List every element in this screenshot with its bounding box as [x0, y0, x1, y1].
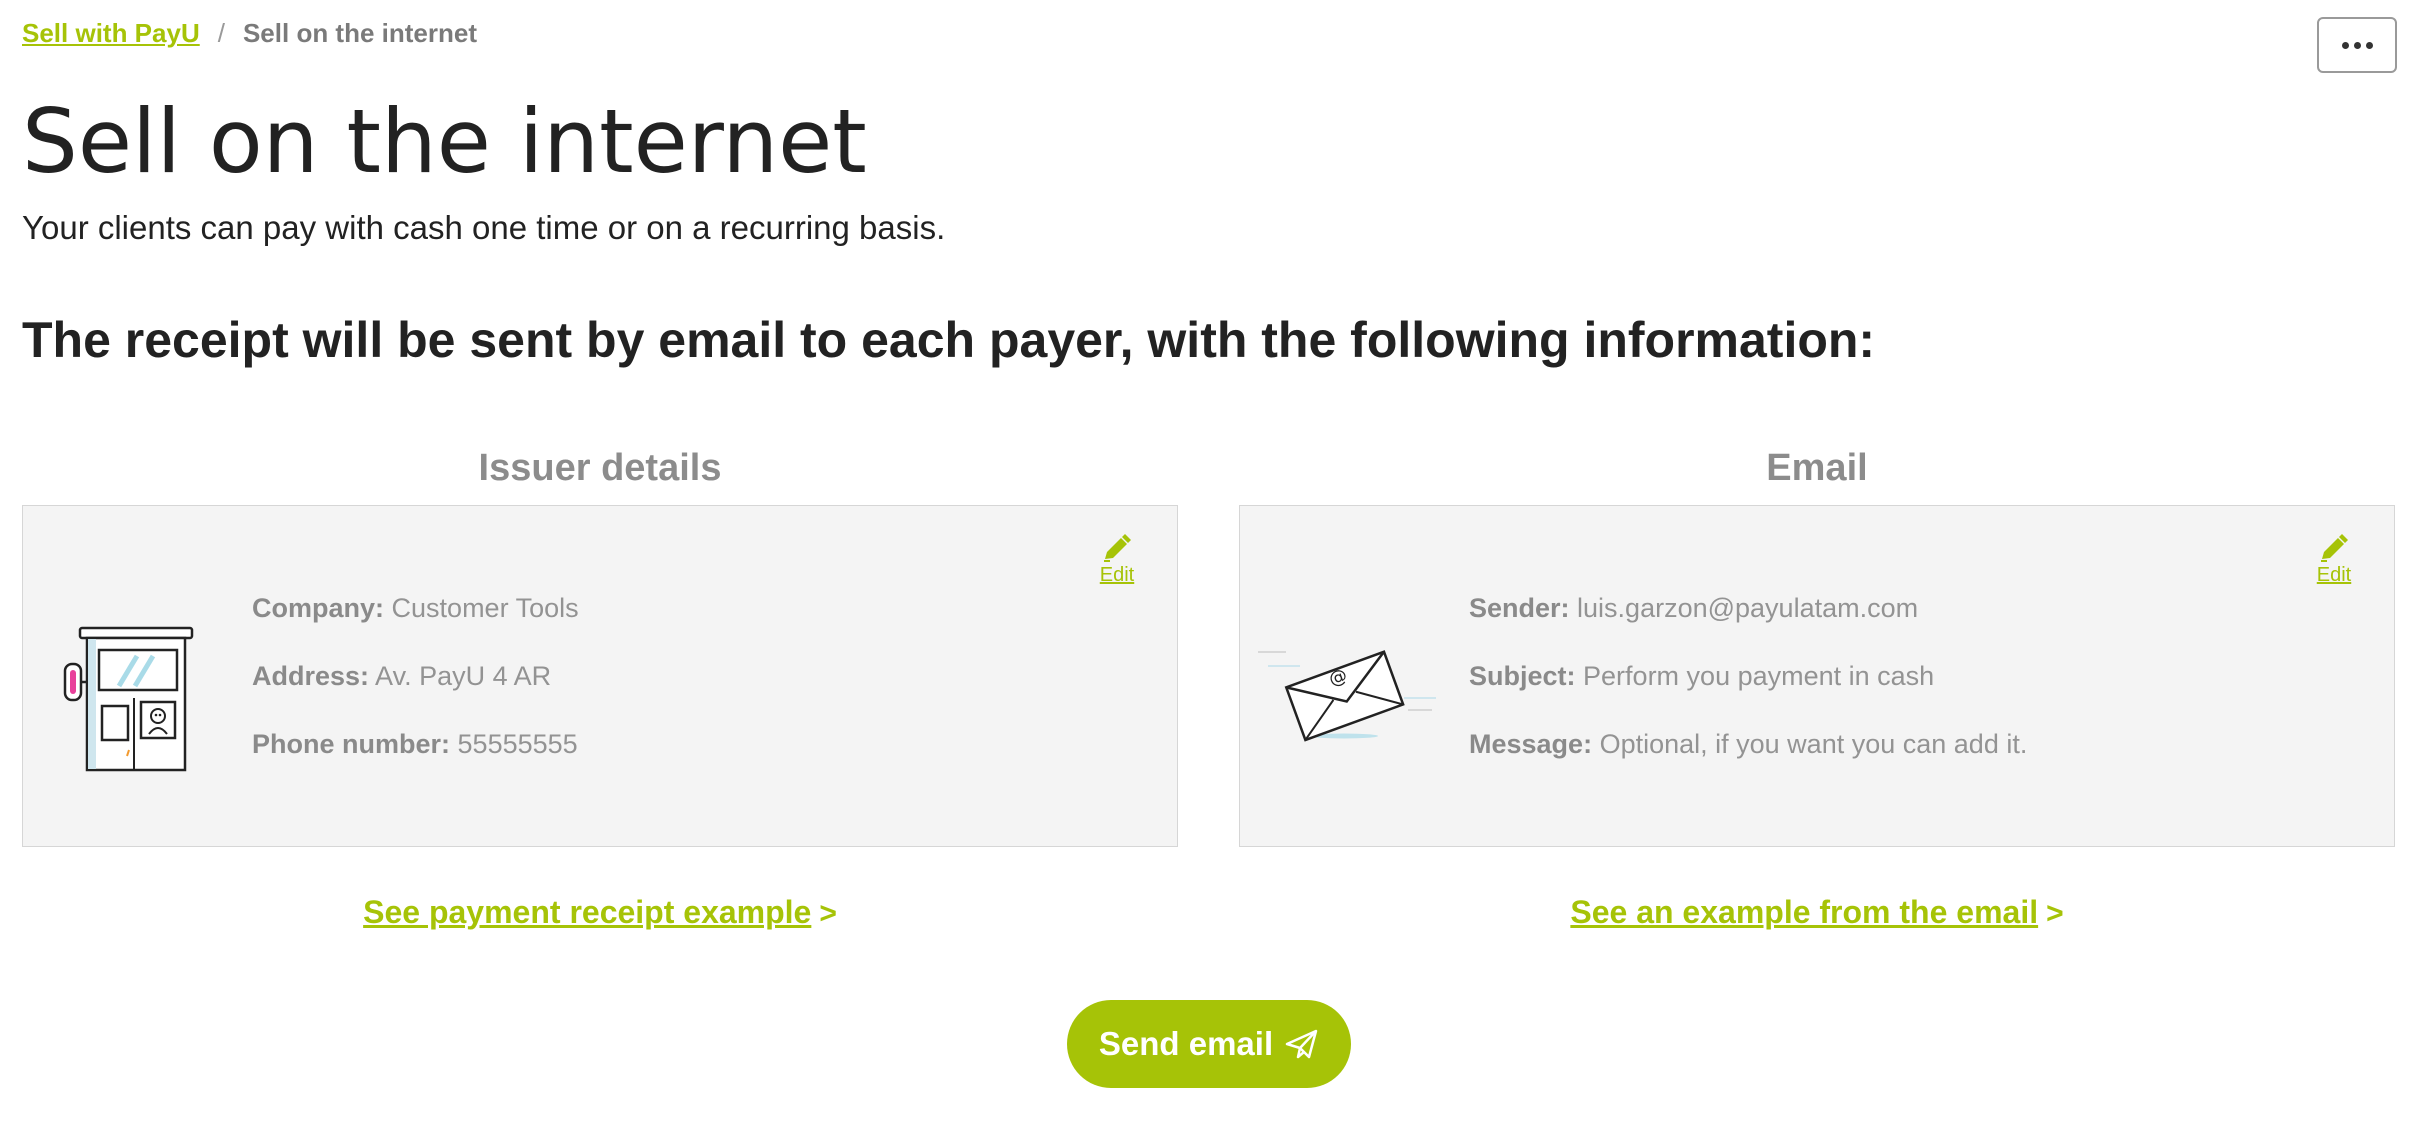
paper-plane-icon — [1285, 1029, 1318, 1059]
field-value: Optional, if you want you can add it. — [1599, 729, 2028, 759]
field-value: Perform you payment in cash — [1583, 661, 1935, 691]
send-email-label: Send email — [1098, 1025, 1274, 1062]
page-title: Sell on the internet — [22, 90, 867, 193]
issuer-details-section: Issuer details Edit Company: Customer To… — [22, 440, 1178, 930]
page: Sell with PayU / Sell on the internet Se… — [22, 0, 2397, 1122]
breadcrumb-separator: / — [217, 18, 225, 48]
email-title: Email — [1766, 447, 1868, 489]
field-label: Phone number: — [252, 729, 451, 759]
email-field-subject: Subject: Perform you payment in cash — [1469, 659, 2027, 693]
pencil-icon — [1104, 534, 1131, 562]
email-field-message: Message: Optional, if you want you can a… — [1469, 727, 2027, 761]
breadcrumb-current: Sell on the internet — [242, 18, 477, 48]
field-label: Sender: — [1469, 593, 1570, 623]
kiosk-illustration — [61, 626, 199, 781]
more-horizontal-icon — [2339, 41, 2375, 49]
email-field-sender: Sender: luis.garzon@payulatam.com — [1469, 591, 2027, 625]
more-options-button[interactable] — [2317, 17, 2397, 73]
email-card: @ Edit Sender: luis.garzon@payulatam.com — [1239, 505, 2395, 847]
email-edit-label: Edit — [2316, 564, 2352, 586]
pencil-icon — [2321, 534, 2348, 562]
field-value: 55555555 — [457, 729, 578, 759]
issuer-field-company: Company: Customer Tools — [252, 591, 579, 625]
section-heading: The receipt will be sent by email to eac… — [22, 312, 1876, 368]
issuer-edit-button[interactable]: Edit — [1097, 534, 1137, 587]
page-subtitle: Your clients can pay with cash one time … — [22, 209, 946, 246]
chevron-right-icon: > — [2046, 897, 2064, 930]
issuer-fields: Company: Customer Tools Address: Av. Pay… — [252, 591, 579, 795]
chevron-right-icon: > — [819, 897, 837, 930]
breadcrumb-link-sell-with-payu[interactable]: Sell with PayU — [22, 18, 200, 49]
email-example-link-wrapper: See an example from the email > — [1239, 894, 2395, 931]
issuer-field-address: Address: Av. PayU 4 AR — [252, 659, 579, 693]
email-edit-button[interactable]: Edit — [2314, 534, 2354, 587]
issuer-details-card: Edit Company: Customer Tools Address: Av… — [22, 505, 1178, 847]
field-label: Message: — [1469, 729, 1593, 759]
envelope-illustration: @ — [1256, 646, 1436, 751]
field-value: Customer Tools — [391, 593, 579, 623]
receipt-example-link-wrapper: See payment receipt example > — [22, 894, 1178, 931]
field-value: Av. PayU 4 AR — [375, 661, 552, 691]
see-email-example-link[interactable]: See an example from the email — [1570, 894, 2038, 930]
issuer-field-phone: Phone number: 55555555 — [252, 727, 579, 761]
field-label: Address: — [252, 661, 370, 691]
breadcrumb: Sell with PayU / Sell on the internet — [22, 18, 477, 49]
field-label: Subject: — [1469, 661, 1576, 691]
field-label: Company: — [252, 593, 385, 623]
issuer-edit-label: Edit — [1099, 564, 1135, 586]
send-email-button[interactable]: Send email — [1067, 1000, 1351, 1088]
see-payment-receipt-example-link[interactable]: See payment receipt example — [363, 894, 811, 930]
email-fields: Sender: luis.garzon@payulatam.com Subjec… — [1469, 591, 2027, 795]
issuer-details-title: Issuer details — [478, 447, 722, 489]
field-value: luis.garzon@payulatam.com — [1577, 593, 1919, 623]
email-section: Email @ Edit Sender: luis.garzon@payulat… — [1239, 440, 2395, 930]
